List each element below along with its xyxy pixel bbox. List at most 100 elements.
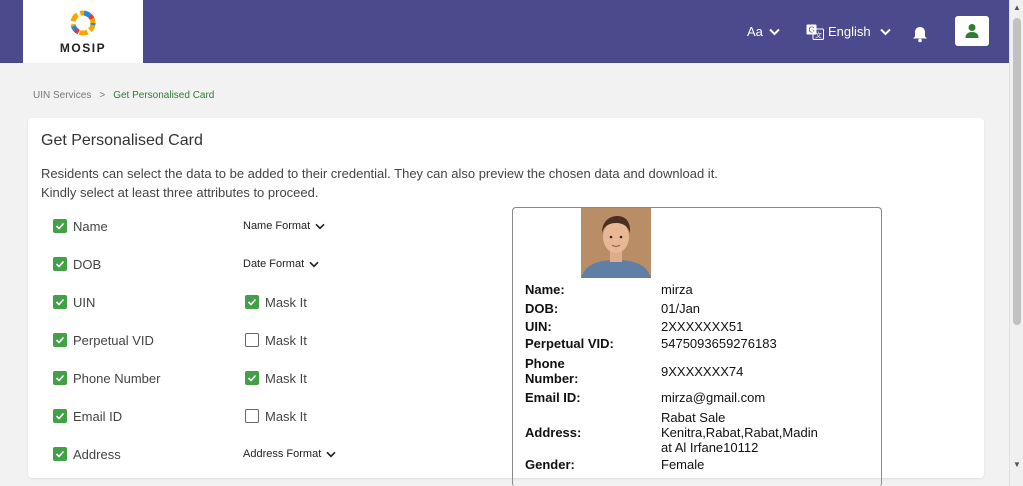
logo-text: MOSIP [59, 41, 107, 55]
preview-value: Female [661, 457, 705, 472]
svg-text:文: 文 [815, 30, 822, 39]
preview-row: Email ID: mirza@gmail.com [525, 390, 821, 405]
uin-mask-checkbox[interactable]: Mask It [245, 292, 307, 312]
check-icon [247, 298, 257, 306]
scroll-up-icon[interactable]: ▲ [1012, 3, 1022, 13]
breadcrumb-uin-services[interactable]: UIN Services [33, 90, 91, 101]
mask-checkbox[interactable] [245, 409, 259, 423]
preview-label: Address: [525, 425, 582, 440]
scroll-thumb[interactable] [1013, 18, 1021, 325]
checkbox[interactable] [53, 409, 67, 423]
attribute-checkbox-address[interactable]: Address [53, 444, 121, 464]
translate-icon: G 文 [806, 24, 824, 40]
description-line-2: Kindly select at least three attributes … [41, 185, 319, 200]
format-label: Address Format [243, 448, 322, 460]
preview-row: UIN: 2XXXXXXX51 [525, 319, 821, 334]
attribute-label: Address [73, 446, 121, 462]
card-preview: Name: mirza DOB: 01/Jan UIN: 2XXXXXXX51 Perpet… [512, 207, 882, 486]
chevron-down-icon [326, 451, 336, 458]
mask-label: Mask It [265, 294, 307, 310]
checkbox[interactable] [53, 371, 67, 385]
email-id-mask-checkbox[interactable]: Mask It [245, 406, 307, 426]
checkbox[interactable] [53, 219, 67, 233]
chevron-down-icon [315, 223, 325, 230]
preview-row: Gender: Female [525, 457, 821, 472]
font-size-label: Aa [747, 24, 763, 39]
page-scrollbar[interactable]: ▲ ▼ [1009, 0, 1023, 486]
preview-label: UIN: [525, 319, 552, 334]
name-format-dropdown[interactable]: Name Format [243, 216, 325, 236]
perpetual-vid-mask-checkbox[interactable]: Mask It [245, 330, 307, 350]
preview-row: Perpetual VID: 5475093659276183 [525, 336, 821, 351]
language-label: English [828, 24, 871, 39]
preview-value: mirza@gmail.com [661, 390, 766, 405]
font-size-menu[interactable]: Aa [747, 0, 780, 63]
attribute-checkbox-email-id[interactable]: Email ID [53, 406, 122, 426]
chevron-down-icon [769, 28, 780, 35]
preview-row: DOB: 01/Jan [525, 301, 821, 316]
attribute-checkbox-phone-number[interactable]: Phone Number [53, 368, 160, 388]
format-label: Date Format [243, 258, 305, 270]
preview-row: Phone Number: 9XXXXXXX74 [525, 356, 821, 386]
personalised-card-panel: Get Personalised Card Residents can sele… [28, 118, 984, 486]
checkbox[interactable] [53, 447, 67, 461]
language-menu[interactable]: G 文 English [806, 0, 891, 63]
check-icon [55, 222, 65, 230]
attribute-label: Perpetual VID [73, 332, 154, 348]
checkbox[interactable] [53, 295, 67, 309]
mosip-logo[interactable]: MOSIP [23, 0, 143, 63]
breadcrumb-current: Get Personalised Card [113, 90, 215, 101]
profile-button[interactable] [955, 16, 989, 46]
description-line-1: Residents can select the data to be adde… [41, 166, 718, 181]
person-photo-icon [581, 208, 651, 278]
checkbox[interactable] [53, 257, 67, 271]
attribute-label: UIN [73, 294, 96, 310]
check-icon [55, 336, 65, 344]
attribute-checkbox-uin[interactable]: UIN [53, 292, 95, 312]
breadcrumb: UIN Services > Get Personalised Card [33, 90, 214, 101]
preview-value: 2XXXXXXX51 [661, 319, 744, 334]
notifications-bell[interactable] [912, 0, 928, 63]
attribute-checkbox-name[interactable]: Name [53, 216, 108, 236]
preview-label: Name: [525, 282, 565, 297]
attribute-checkbox-dob[interactable]: DOB [53, 254, 101, 274]
svg-text:G: G [809, 25, 815, 34]
check-icon [55, 450, 65, 458]
bell-icon [913, 27, 927, 43]
check-icon [55, 374, 65, 382]
preview-label: Perpetual VID: [525, 336, 614, 351]
top-header: MOSIP Aa G 文 English [0, 0, 1009, 63]
preview-value: Rabat Sale Kenitra,Rabat,Rabat,Madin at … [661, 410, 818, 455]
preview-row: Address: Rabat Sale Kenitra,Rabat,Rabat,M… [525, 410, 821, 455]
mask-checkbox[interactable] [245, 371, 259, 385]
profile-photo [581, 208, 651, 278]
breadcrumb-separator: > [99, 90, 106, 101]
preview-row: Name: mirza [525, 282, 821, 297]
check-icon [247, 374, 257, 382]
mask-checkbox[interactable] [245, 333, 259, 347]
address-format-dropdown[interactable]: Address Format [243, 444, 336, 464]
preview-value: mirza [661, 282, 693, 297]
dob-format-dropdown[interactable]: Date Format [243, 254, 319, 274]
attribute-checkbox-perpetual-vid[interactable]: Perpetual VID [53, 330, 154, 350]
preview-value: 01/Jan [661, 301, 701, 316]
mask-checkbox[interactable] [245, 295, 259, 309]
attribute-label: Email ID [73, 408, 123, 424]
chevron-down-icon [879, 28, 891, 35]
logo-ring-icon [70, 10, 96, 36]
format-label: Name Format [243, 220, 311, 232]
preview-value: 9XXXXXXX74 [661, 363, 744, 379]
attribute-label: Phone Number [73, 370, 161, 386]
check-icon [55, 298, 65, 306]
mask-label: Mask It [265, 332, 307, 348]
chevron-down-icon [309, 261, 319, 268]
phone-number-mask-checkbox[interactable]: Mask It [245, 368, 307, 388]
checkbox[interactable] [53, 333, 67, 347]
check-icon [55, 260, 65, 268]
scroll-down-icon[interactable]: ▼ [1012, 460, 1022, 470]
mask-label: Mask It [265, 370, 307, 386]
check-icon [55, 412, 65, 420]
page-description: Residents can select the data to be adde… [41, 164, 718, 202]
mask-label: Mask It [265, 408, 307, 424]
preview-label: Gender: [525, 457, 575, 472]
